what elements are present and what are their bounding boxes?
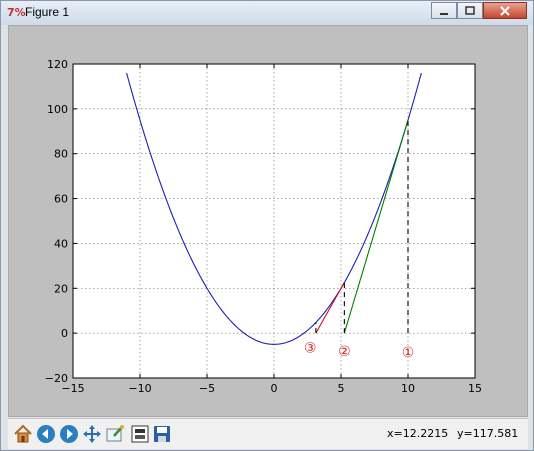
close-button[interactable] [483,2,527,19]
figure-window: 7% Figure 1 ①②③ −15 −10 −5 0 5 10 15 −20 0 20 40 60… [0,0,534,451]
maximize-icon [465,6,475,15]
y-tick-label: 20 [54,282,68,295]
navigation-toolbar [8,418,528,449]
step-annotation: ② [338,344,351,360]
save-button[interactable] [151,423,173,445]
pan-icon [83,425,101,443]
maximize-button[interactable] [457,2,483,19]
y-tick-label: 0 [61,327,68,340]
close-icon [500,5,510,16]
x-tick-label: 5 [338,382,345,395]
y-tick-label: 120 [47,58,68,71]
home-icon [14,424,32,443]
step-annotation: ③ [304,341,317,357]
y-tick-label: 80 [54,148,68,161]
zoom-rect-icon [106,425,124,442]
minimize-icon [440,12,448,15]
step-annotation: ① [402,345,415,361]
minimize-button[interactable] [431,2,457,19]
forward-arrow-icon [60,425,78,443]
back-button[interactable] [35,423,57,445]
configure-subplots-icon [131,425,149,443]
x-tick-label: −10 [128,382,151,395]
figure-canvas[interactable]: ①②③ −15 −10 −5 0 5 10 15−20020406080100120 [9,28,527,416]
zoom-button[interactable] [104,423,126,445]
back-arrow-icon [37,425,55,443]
home-button[interactable] [12,423,34,445]
pan-button[interactable] [81,423,103,445]
forward-button[interactable] [58,423,80,445]
cursor-y-readout: y=117.581 [457,427,519,440]
y-tick-label: 40 [54,237,68,250]
y-tick-label: 100 [47,103,68,116]
matplotlib-app-icon: 7% [7,6,26,19]
x-tick-label: 15 [468,382,482,395]
x-tick-label: 10 [401,382,415,395]
x-tick-label: −5 [199,382,215,395]
y-tick-label: 60 [54,193,68,206]
window-controls [431,2,527,20]
configure-subplots-button[interactable] [129,423,151,445]
title-bar[interactable]: 7% Figure 1 [1,1,533,25]
save-icon [154,426,170,442]
cursor-x-readout: x=12.2215 [387,427,449,440]
y-tick-label: −20 [45,372,68,385]
window-title: Figure 1 [25,5,70,19]
x-tick-label: 0 [271,382,278,395]
